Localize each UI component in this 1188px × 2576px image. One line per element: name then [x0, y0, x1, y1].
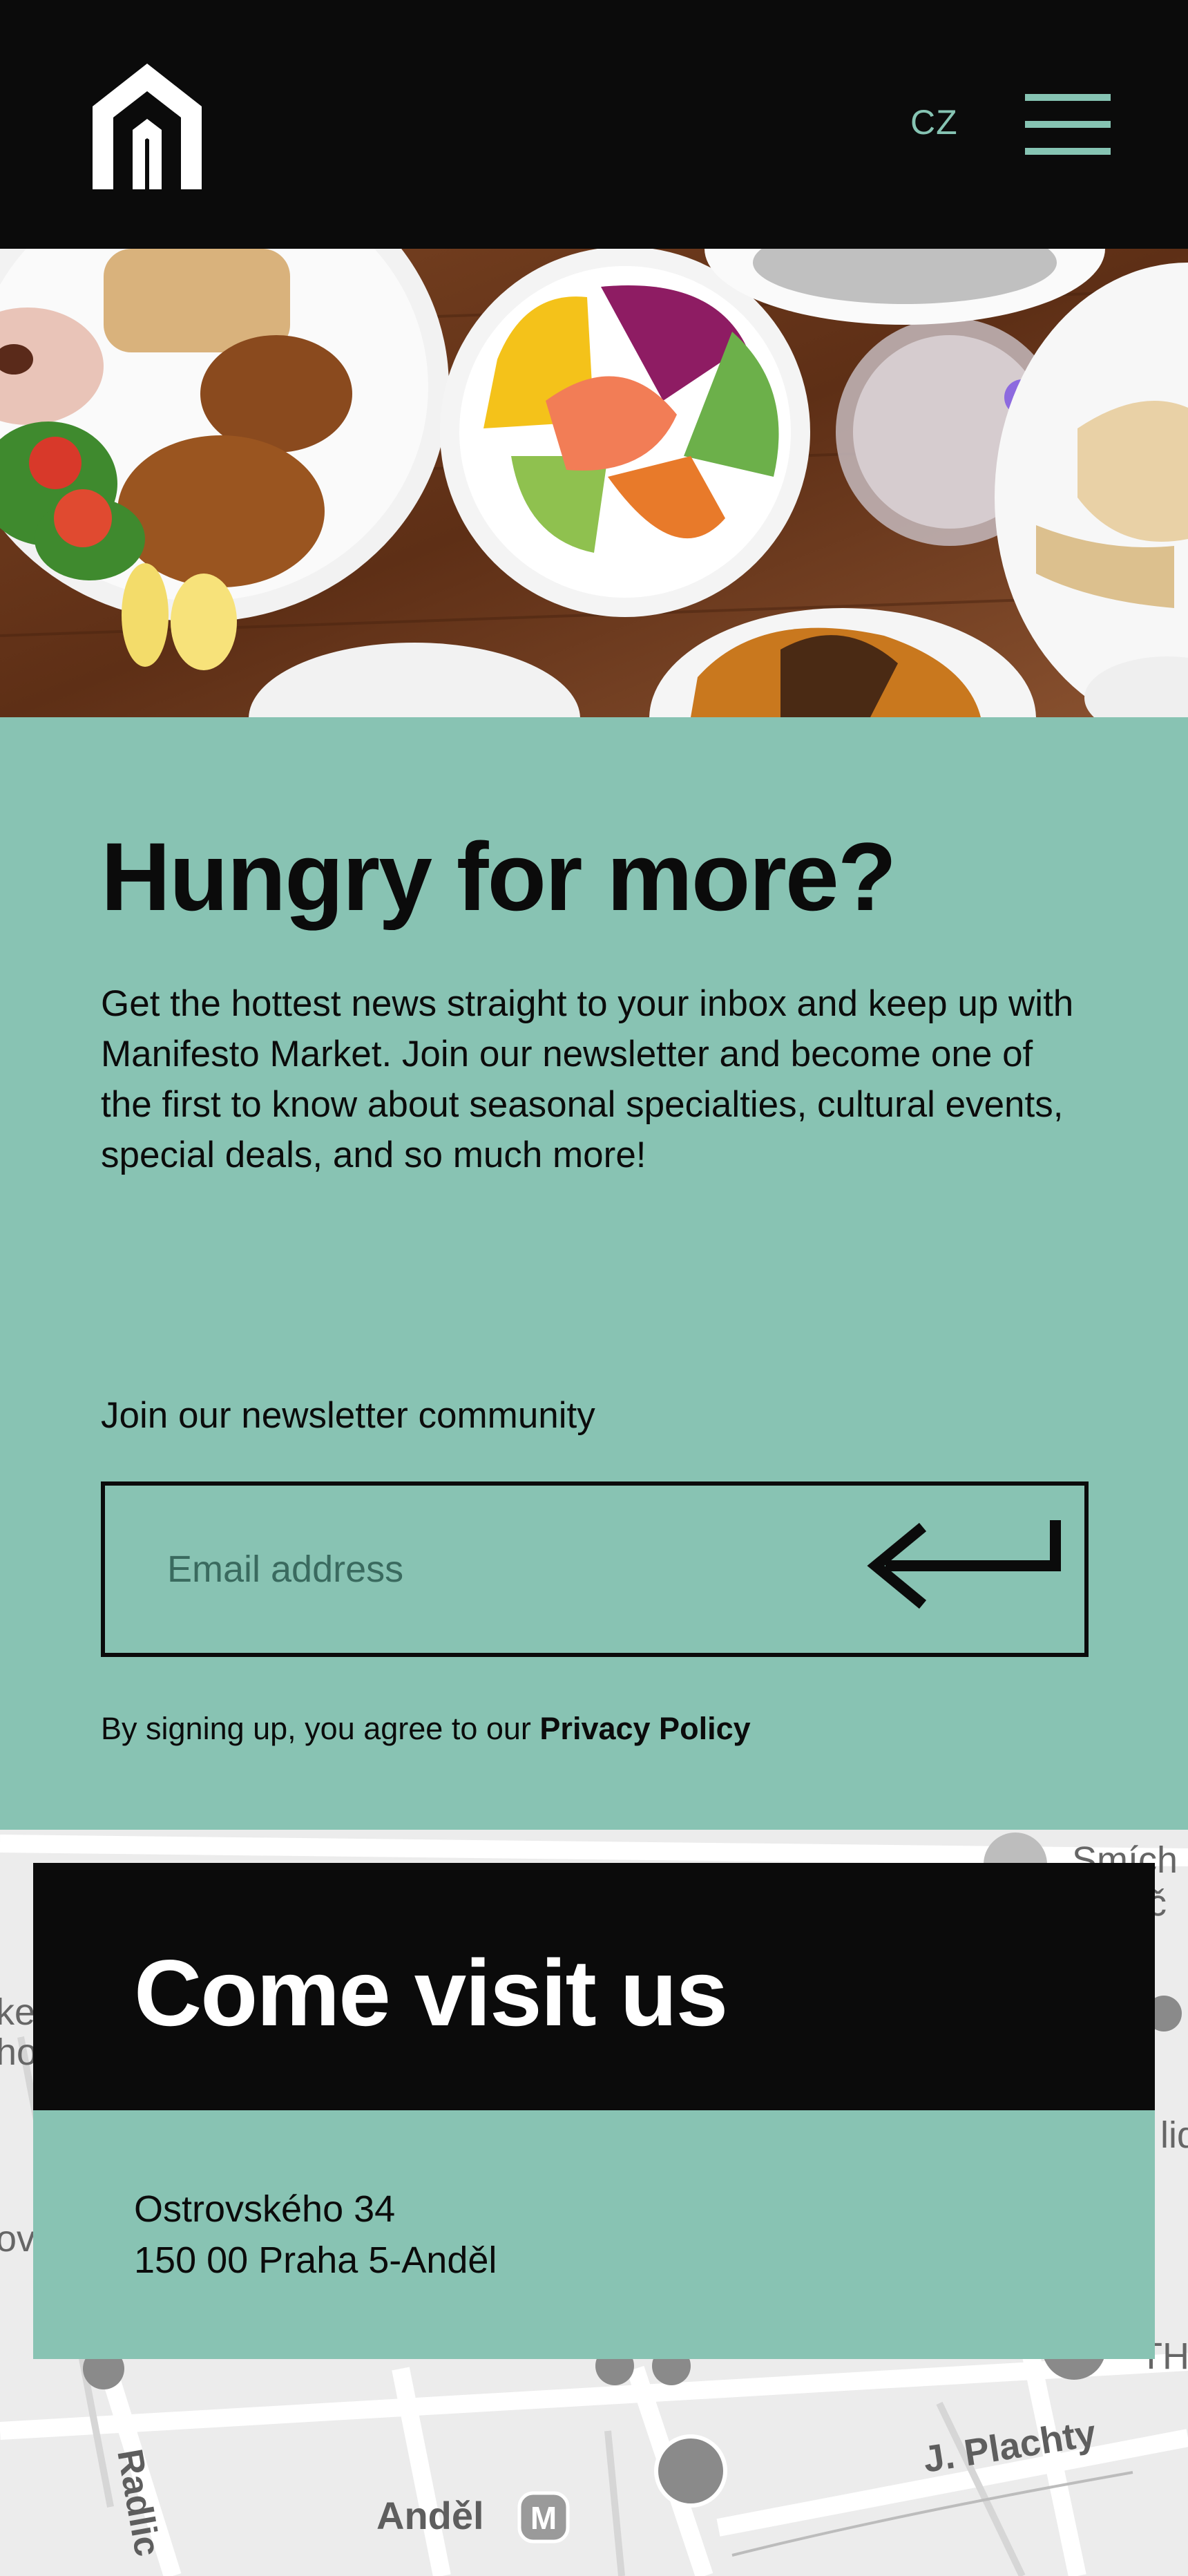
enter-arrow-icon[interactable]	[858, 1513, 1065, 1631]
newsletter-title: Hungry for more?	[101, 822, 897, 931]
privacy-notice: By signing up, you agree to our Privacy …	[101, 1711, 751, 1747]
address-line-1: Ostrovského 34	[134, 2188, 396, 2230]
address: Ostrovského 34 150 00 Praha 5-Anděl	[134, 2184, 497, 2286]
map-label-left-3: ov	[0, 2218, 35, 2260]
map-label-right-1: lid	[1160, 2114, 1188, 2156]
map-label-left-2: ho	[0, 2032, 37, 2073]
newsletter-form	[101, 1481, 1089, 1657]
visit-title: Come visit us	[134, 1940, 728, 2045]
newsletter-section: Hungry for more? Get the hottest news st…	[0, 717, 1188, 1830]
newsletter-label: Join our newsletter community	[101, 1395, 595, 1436]
address-line-2: 150 00 Praha 5-Anděl	[134, 2239, 497, 2281]
newsletter-description: Get the hottest news straight to your in…	[101, 983, 1074, 1175]
map-label-left-1: ke	[0, 1991, 35, 2033]
privacy-notice-text: By signing up, you agree to our	[101, 1711, 531, 1746]
email-input[interactable]	[167, 1486, 789, 1653]
visit-card-header: Come visit us	[33, 1863, 1155, 2110]
hamburger-menu-icon[interactable]	[1025, 94, 1111, 155]
privacy-policy-link[interactable]: Privacy Policy	[539, 1711, 750, 1746]
site-header: CZ	[0, 0, 1188, 249]
metro-icon: M	[530, 2500, 557, 2536]
food-table-photo	[0, 249, 1188, 717]
manifesto-house-logo-icon[interactable]	[93, 64, 202, 189]
map-label-andel: Anděl	[376, 2494, 484, 2537]
visit-card-body: Ostrovského 34 150 00 Praha 5-Anděl	[33, 2110, 1155, 2359]
language-switch[interactable]: CZ	[910, 102, 958, 142]
